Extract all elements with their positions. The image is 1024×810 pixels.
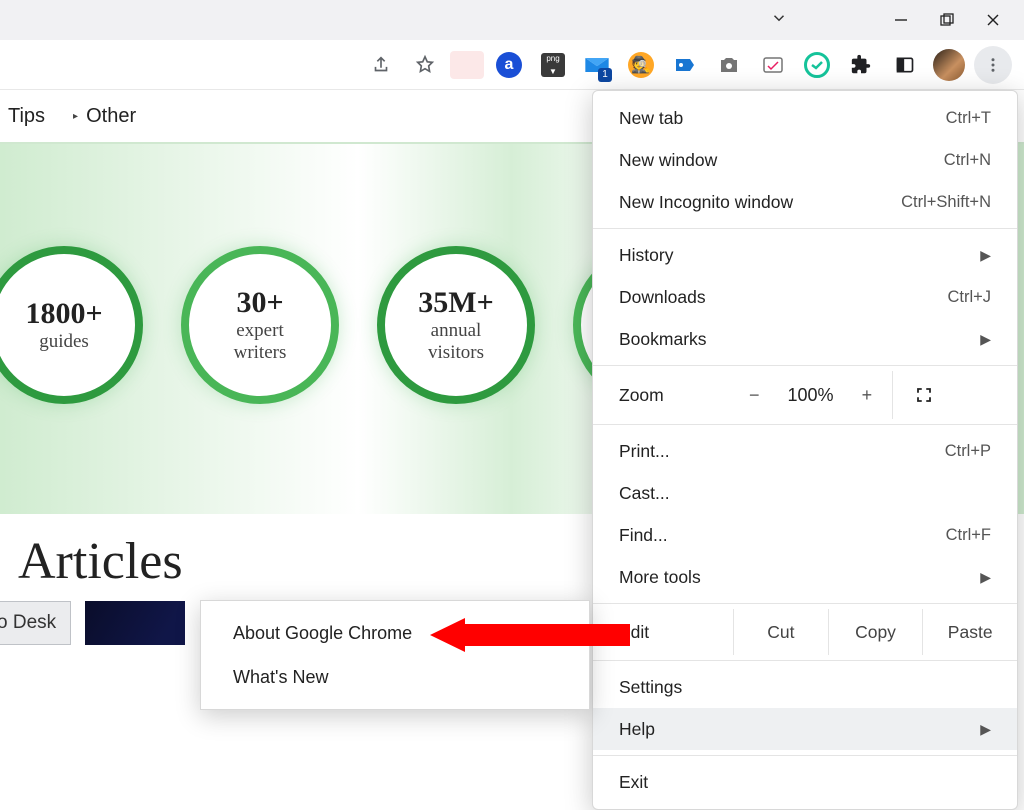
extension-picture-icon[interactable] xyxy=(754,46,792,84)
menu-divider xyxy=(593,603,1017,604)
stat-circle: 35M+ annualvisitors xyxy=(377,246,535,404)
menu-print[interactable]: Print... Ctrl+P xyxy=(593,430,1017,472)
submenu-arrow-icon: ▶ xyxy=(980,247,991,264)
menu-divider xyxy=(593,424,1017,425)
menu-shortcut: Ctrl+P xyxy=(945,442,991,461)
extensions-puzzle-icon[interactable] xyxy=(842,46,880,84)
submenu-arrow-icon: ▶ xyxy=(980,331,991,348)
extension-icon-a[interactable]: a xyxy=(490,46,528,84)
menu-label: Settings xyxy=(619,677,682,698)
close-button[interactable] xyxy=(970,0,1016,40)
zoom-out-button[interactable]: − xyxy=(749,385,760,406)
article-thumbnail[interactable] xyxy=(85,601,185,645)
stat-label: annualvisitors xyxy=(428,320,484,364)
extension-icon-1[interactable] xyxy=(450,51,484,79)
menu-downloads[interactable]: Downloads Ctrl+J xyxy=(593,276,1017,318)
caret-icon: ▸ xyxy=(73,111,78,122)
extension-mail-icon[interactable]: 1 xyxy=(578,46,616,84)
submenu-arrow-icon: ▶ xyxy=(980,569,991,586)
stat-number: 35M+ xyxy=(418,286,493,320)
zoom-in-button[interactable]: + xyxy=(862,385,873,406)
menu-settings[interactable]: Settings xyxy=(593,666,1017,708)
nav-other[interactable]: ▸ Other xyxy=(73,105,136,128)
menu-label: Bookmarks xyxy=(619,329,707,350)
menu-label: Find... xyxy=(619,525,668,546)
chevron-down-icon[interactable] xyxy=(770,9,788,32)
extension-png-icon[interactable]: png▼ xyxy=(534,46,572,84)
stat-circle: 30+ expertwriters xyxy=(181,246,339,404)
sidepanel-icon[interactable] xyxy=(886,46,924,84)
menu-history[interactable]: History ▶ xyxy=(593,234,1017,276)
maximize-button[interactable] xyxy=(924,0,970,40)
stat-label: guides xyxy=(39,331,89,353)
menu-label: Cast... xyxy=(619,483,670,504)
edit-copy[interactable]: Copy xyxy=(828,609,923,655)
stat-number: 1800+ xyxy=(25,297,102,331)
menu-new-tab[interactable]: New tab Ctrl+T xyxy=(593,97,1017,139)
extension-grammarly-icon[interactable] xyxy=(798,46,836,84)
menu-zoom-row: Zoom − 100% + xyxy=(593,371,1017,419)
nav-other-label: Other xyxy=(86,105,136,128)
chrome-main-menu: New tab Ctrl+T New window Ctrl+N New Incog… xyxy=(592,90,1018,810)
menu-divider xyxy=(593,228,1017,229)
odesk-button[interactable]: o Desk xyxy=(0,601,71,645)
zoom-percent: 100% xyxy=(788,385,834,406)
menu-shortcut: Ctrl+J xyxy=(947,288,991,307)
edit-cut[interactable]: Cut xyxy=(733,609,828,655)
menu-more-tools[interactable]: More tools ▶ xyxy=(593,556,1017,598)
profile-avatar[interactable] xyxy=(930,46,968,84)
bookmark-star-icon[interactable] xyxy=(406,46,444,84)
edit-paste[interactable]: Paste xyxy=(922,609,1017,655)
menu-label: New Incognito window xyxy=(619,192,793,213)
stat-number: 30+ xyxy=(236,286,283,320)
extension-tag-icon[interactable] xyxy=(666,46,704,84)
menu-shortcut: Ctrl+Shift+N xyxy=(901,193,991,212)
extension-camera-icon[interactable] xyxy=(710,46,748,84)
menu-edit-row: Edit Cut Copy Paste xyxy=(593,609,1017,655)
menu-label: Print... xyxy=(619,441,670,462)
menu-label: History xyxy=(619,245,673,266)
stat-label: expertwriters xyxy=(234,320,287,364)
annotation-arrow-icon xyxy=(430,600,630,670)
window-titlebar xyxy=(0,0,1024,40)
menu-cast[interactable]: Cast... xyxy=(593,472,1017,514)
menu-label: Downloads xyxy=(619,287,706,308)
menu-divider xyxy=(593,660,1017,661)
menu-label: New window xyxy=(619,150,717,171)
menu-shortcut: Ctrl+N xyxy=(944,151,991,170)
menu-find[interactable]: Find... Ctrl+F xyxy=(593,514,1017,556)
stat-circle: 1800+ guides xyxy=(0,246,143,404)
menu-shortcut: Ctrl+T xyxy=(946,109,991,128)
menu-divider xyxy=(593,365,1017,366)
fullscreen-button[interactable] xyxy=(892,371,954,419)
nav-tips-label: Tips xyxy=(8,105,45,128)
menu-label: New tab xyxy=(619,108,683,129)
menu-new-incognito[interactable]: New Incognito window Ctrl+Shift+N xyxy=(593,181,1017,223)
menu-shortcut: Ctrl+F xyxy=(946,526,991,545)
share-icon[interactable] xyxy=(362,46,400,84)
browser-toolbar: a png▼ 1 🕵️ xyxy=(0,40,1024,90)
nav-tips[interactable]: Tips xyxy=(8,105,45,128)
menu-help[interactable]: Help ▶ xyxy=(593,708,1017,750)
menu-new-window[interactable]: New window Ctrl+N xyxy=(593,139,1017,181)
menu-bookmarks[interactable]: Bookmarks ▶ xyxy=(593,318,1017,360)
menu-label: Help xyxy=(619,719,655,740)
menu-exit[interactable]: Exit xyxy=(593,761,1017,803)
menu-label: More tools xyxy=(619,567,701,588)
extension-spy-icon[interactable]: 🕵️ xyxy=(622,46,660,84)
menu-divider xyxy=(593,755,1017,756)
zoom-label: Zoom xyxy=(619,385,749,406)
submenu-arrow-icon: ▶ xyxy=(980,721,991,738)
minimize-button[interactable] xyxy=(878,0,924,40)
kebab-menu-icon[interactable] xyxy=(974,46,1012,84)
menu-label: Exit xyxy=(619,772,648,793)
